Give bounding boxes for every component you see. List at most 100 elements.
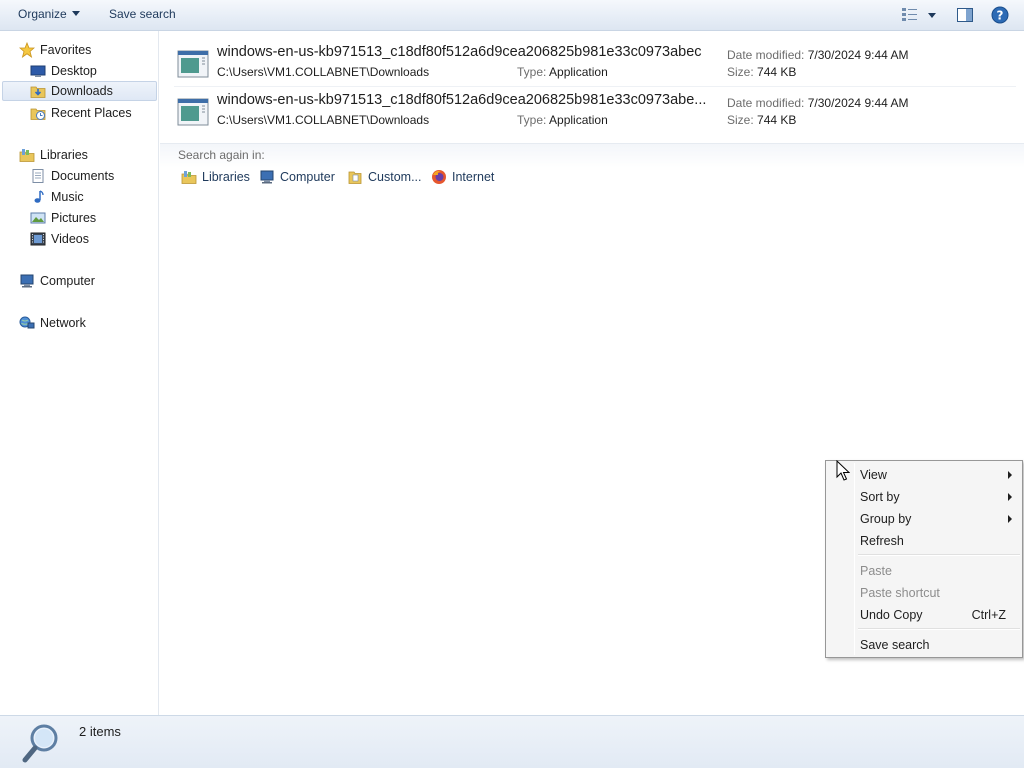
search-again-custom[interactable]: Custom... — [347, 169, 422, 185]
pictures-icon — [30, 212, 46, 224]
size-value: 744 KB — [757, 113, 797, 127]
search-again-item-label: Custom... — [368, 170, 422, 184]
result-path: C:\Users\VM1.COLLABNET\Downloads — [217, 113, 430, 127]
type-value: Application — [549, 113, 608, 127]
size-label: Size: — [727, 65, 754, 79]
application-icon — [177, 98, 209, 126]
nav-item-label: Downloads — [51, 84, 113, 98]
chevron-down-icon — [71, 11, 80, 16]
search-again-item-label: Internet — [452, 170, 495, 184]
menu-item-label: Sort by — [860, 490, 900, 504]
date-value: 7/30/2024 9:44 AM — [807, 48, 909, 62]
menu-item-undo-copy[interactable]: Undo Copy Ctrl+Z — [828, 603, 1020, 625]
menu-item-shortcut: Ctrl+Z — [971, 608, 1006, 622]
network-icon — [19, 316, 35, 329]
context-menu: View Sort by Group by Refresh Paste Past… — [825, 460, 1023, 658]
libraries-icon — [181, 171, 197, 184]
nav-item-label: Recent Places — [51, 106, 132, 120]
nav-item-documents[interactable]: Documents — [30, 166, 114, 186]
menu-item-paste-shortcut[interactable]: Paste shortcut — [828, 581, 1020, 603]
documents-icon — [32, 169, 44, 183]
mouse-pointer-icon — [836, 460, 850, 481]
help-icon[interactable]: ? — [991, 6, 1009, 24]
menu-item-label: View — [860, 468, 887, 482]
libraries-icon — [19, 149, 35, 162]
type-label: Type: — [517, 65, 547, 79]
desktop-icon — [30, 65, 46, 77]
views-icon[interactable] — [901, 6, 919, 24]
nav-item-label: Documents — [51, 169, 115, 183]
date-label: Date modified: — [727, 96, 805, 110]
menu-item-sort-by[interactable]: Sort by — [828, 485, 1020, 507]
search-again-label: Search again in: — [178, 148, 265, 162]
organize-button[interactable]: Organize — [18, 7, 80, 21]
videos-icon — [30, 232, 46, 246]
nav-item-recent-places[interactable]: Recent Places — [30, 103, 132, 123]
svg-text:?: ? — [997, 9, 1004, 23]
nav-network[interactable]: Network — [19, 313, 86, 333]
menu-item-label: Group by — [860, 512, 912, 526]
nav-libraries[interactable]: Libraries — [19, 145, 88, 165]
menu-separator — [858, 554, 1020, 556]
star-icon — [19, 42, 35, 58]
preview-pane-icon[interactable] — [956, 6, 974, 24]
nav-item-desktop[interactable]: Desktop — [30, 61, 97, 81]
custom-folder-icon — [348, 171, 362, 184]
downloads-folder-icon — [30, 86, 46, 98]
result-date: Date modified: 7/30/2024 9:44 AM — [727, 48, 908, 62]
submenu-arrow-icon — [1008, 471, 1012, 479]
type-value: Application — [549, 65, 608, 79]
navigation-pane: Favorites Desktop Downloads Recent Place… — [0, 31, 159, 715]
result-size: Size: 744 KB — [727, 65, 796, 79]
nav-item-videos[interactable]: Videos — [30, 229, 89, 249]
application-icon — [177, 50, 209, 78]
search-again-libraries[interactable]: Libraries — [181, 169, 250, 185]
nav-item-downloads[interactable]: Downloads — [2, 81, 157, 101]
nav-item-pictures[interactable]: Pictures — [30, 208, 96, 228]
menu-item-label: Undo Copy — [860, 608, 923, 622]
search-again-panel: Search again in: Libraries Computer Cust… — [160, 143, 1024, 203]
nav-favorites-label: Favorites — [40, 43, 92, 57]
date-label: Date modified: — [727, 48, 805, 62]
menu-item-view[interactable]: View — [828, 463, 1020, 485]
nav-libraries-label: Libraries — [40, 148, 88, 162]
result-path: C:\Users\VM1.COLLABNET\Downloads — [217, 65, 430, 79]
nav-item-label: Pictures — [51, 211, 97, 225]
save-search-button[interactable]: Save search — [109, 7, 176, 21]
details-pane: 2 items — [0, 715, 1024, 768]
nav-favorites[interactable]: Favorites — [19, 40, 91, 60]
menu-item-label: Paste — [860, 564, 892, 578]
search-again-item-label: Libraries — [202, 170, 250, 184]
result-type: Type: Application — [517, 113, 608, 127]
size-value: 744 KB — [757, 65, 797, 79]
menu-item-group-by[interactable]: Group by — [828, 507, 1020, 529]
result-item[interactable]: windows-en-us-kb971513_c18df80f512a6d9ce… — [174, 87, 1016, 133]
result-date: Date modified: 7/30/2024 9:44 AM — [727, 96, 908, 110]
submenu-arrow-icon — [1008, 493, 1012, 501]
menu-item-paste[interactable]: Paste — [828, 559, 1020, 581]
menu-item-label: Paste shortcut — [860, 586, 940, 600]
menu-separator — [858, 628, 1020, 630]
nav-computer-label: Computer — [40, 274, 95, 288]
date-value: 7/30/2024 9:44 AM — [807, 96, 909, 110]
recent-places-icon — [30, 108, 46, 120]
nav-computer[interactable]: Computer — [19, 271, 95, 291]
result-item[interactable]: windows-en-us-kb971513_c18df80f512a6d9ce… — [174, 39, 1016, 85]
menu-item-refresh[interactable]: Refresh — [828, 529, 1020, 551]
views-dropdown-icon[interactable] — [927, 8, 937, 22]
result-name: windows-en-us-kb971513_c18df80f512a6d9ce… — [217, 44, 702, 60]
result-type: Type: Application — [517, 65, 608, 79]
item-count: 2 items — [79, 724, 121, 739]
nav-item-music[interactable]: Music — [30, 187, 84, 207]
search-again-item-label: Computer — [280, 170, 335, 184]
menu-item-save-search[interactable]: Save search — [828, 633, 1020, 655]
search-again-internet[interactable]: Internet — [431, 169, 494, 185]
firefox-icon — [432, 170, 446, 184]
search-again-computer[interactable]: Computer — [259, 169, 335, 185]
size-label: Size: — [727, 113, 754, 127]
computer-icon — [260, 170, 274, 184]
nav-network-label: Network — [40, 316, 86, 330]
nav-item-label: Videos — [51, 232, 89, 246]
music-icon — [34, 190, 44, 203]
organize-label: Organize — [18, 7, 67, 21]
